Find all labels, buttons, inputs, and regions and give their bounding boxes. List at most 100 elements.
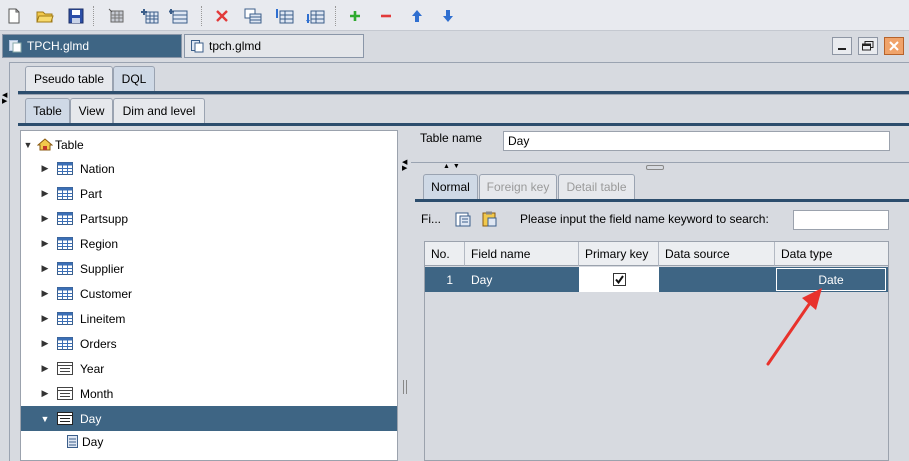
tree-item-part[interactable]: ▶ Part	[21, 181, 397, 206]
table-icon	[57, 337, 73, 350]
tab-foreign-key[interactable]: Foreign key	[479, 174, 557, 199]
tree-item-label: Lineitem	[80, 311, 126, 326]
tree-item-month[interactable]: ▶ Month	[21, 381, 397, 406]
collapsed-arrow-icon[interactable]: ▶	[40, 263, 50, 274]
collapsed-arrow-icon[interactable]: ▶	[40, 213, 50, 224]
left-collapse-bar[interactable]: ◀ ▶	[0, 90, 9, 461]
collapse-panel-icon[interactable]: ▲▼	[443, 163, 463, 170]
primary-key-checkbox[interactable]	[612, 273, 626, 286]
doc-tab-tpch-active[interactable]: TPCH.glmd	[2, 34, 182, 58]
move-up-icon[interactable]	[407, 6, 427, 26]
tree-item-label: Day	[80, 411, 102, 426]
add-table-icon[interactable]	[140, 6, 160, 26]
collapsed-arrow-icon[interactable]: ▶	[40, 388, 50, 399]
tab-view[interactable]: View	[70, 98, 113, 123]
delete-row-icon[interactable]	[376, 6, 396, 26]
collapsed-arrow-icon[interactable]: ▶	[40, 338, 50, 349]
tree-item-label: Part	[80, 186, 103, 201]
tree-item-label: Year	[80, 361, 105, 376]
tree-item-label: Orders	[80, 336, 117, 351]
column-header-label: Data type	[781, 246, 833, 261]
tab-normal[interactable]: Normal	[423, 174, 478, 199]
tab-label: Dim and level	[122, 104, 196, 118]
tree-item-day[interactable]: ▼ Day	[21, 406, 397, 431]
restore-icon	[862, 41, 874, 51]
table-icon	[57, 237, 73, 250]
tab-dim-and-level[interactable]: Dim and level	[113, 98, 205, 123]
toolbar-separator	[93, 6, 94, 26]
tree-item-label: Nation	[80, 161, 115, 176]
tab-table[interactable]: Table	[25, 98, 70, 123]
column-header-no[interactable]: No.	[425, 242, 465, 266]
column-header-label: Primary key	[585, 246, 649, 261]
expanded-arrow-icon[interactable]: ▼	[40, 414, 50, 424]
move-down-icon[interactable]	[438, 6, 458, 26]
tree-item-year[interactable]: ▶ Year	[21, 356, 397, 381]
close-button[interactable]	[884, 37, 904, 55]
tab-label: Pseudo table	[33, 72, 105, 86]
tree-item-region[interactable]: ▶ Region	[21, 231, 397, 256]
tree-item-label: Region	[80, 236, 119, 251]
field-search-input[interactable]	[793, 210, 889, 230]
search-prompt: Please input the field name keyword to s…	[520, 212, 769, 226]
tree-item-supplier[interactable]: ▶ Supplier	[21, 256, 397, 281]
table-icon	[57, 312, 73, 325]
tree-item-customer[interactable]: ▶ Customer	[21, 281, 397, 306]
tree-item-nation[interactable]: ▶ Nation	[21, 156, 397, 181]
detail-tabs-underline	[415, 199, 909, 202]
clipboard-button[interactable]	[479, 210, 499, 228]
import-table-icon[interactable]	[275, 6, 295, 26]
cell-field-name[interactable]: Day	[471, 267, 571, 292]
table-tree[interactable]: ▼ Table ▶ Nation ▶ Part ▶ Partsupp ▶ Reg…	[20, 130, 398, 461]
tree-item-field-day[interactable]: Day	[21, 429, 397, 454]
toolbar	[0, 0, 909, 31]
tab-label: Normal	[431, 180, 470, 194]
tab-dql[interactable]: DQL	[113, 66, 155, 91]
expanded-arrow-icon[interactable]: ▼	[23, 140, 33, 150]
import-fields-button[interactable]	[453, 210, 473, 228]
open-folder-icon[interactable]	[35, 6, 55, 26]
tree-item-partsupp[interactable]: ▶ Partsupp	[21, 206, 397, 231]
tab-pseudo-table[interactable]: Pseudo table	[25, 66, 113, 91]
column-header-label: Data source	[665, 246, 730, 261]
table-icon	[57, 287, 73, 300]
divider	[18, 94, 909, 95]
doc-tab-tpch[interactable]: tpch.glmd	[184, 34, 364, 58]
toolbar-separator	[335, 6, 336, 26]
cell-no: 1	[446, 272, 453, 287]
add-row-icon[interactable]	[345, 6, 365, 26]
tree-item-label: Day	[82, 434, 104, 449]
collapsed-arrow-icon[interactable]: ▶	[40, 238, 50, 249]
table-name-field[interactable]: Day	[503, 131, 890, 151]
cell-primary-key[interactable]	[579, 267, 659, 292]
collapsed-arrow-icon[interactable]: ▶	[40, 163, 50, 174]
vertical-splitter[interactable]: ◀ ▶	[399, 130, 411, 461]
cell-data-source[interactable]	[660, 267, 775, 292]
dim-table-icon	[57, 412, 73, 425]
add-view-icon[interactable]	[169, 6, 189, 26]
minimize-button[interactable]	[832, 37, 852, 55]
new-file-icon[interactable]	[4, 6, 24, 26]
drag-handle-icon[interactable]	[646, 165, 664, 170]
export-table-icon[interactable]	[306, 6, 326, 26]
tree-item-label: Partsupp	[80, 211, 129, 226]
column-header-data-type[interactable]: Data type	[775, 242, 888, 266]
tree-root-table[interactable]: ▼ Table	[21, 132, 397, 157]
collapsed-arrow-icon[interactable]: ▶	[40, 363, 50, 374]
table-icon	[57, 162, 73, 175]
copy-table-icon[interactable]	[243, 6, 263, 26]
collapsed-arrow-icon[interactable]: ▶	[40, 313, 50, 324]
collapsed-arrow-icon[interactable]: ▶	[40, 288, 50, 299]
restore-button[interactable]	[858, 37, 878, 55]
column-header-data-source[interactable]: Data source	[659, 242, 775, 266]
table-icon[interactable]	[107, 6, 127, 26]
column-header-field-name[interactable]: Field name	[465, 242, 579, 266]
tab-detail-table[interactable]: Detail table	[558, 174, 635, 199]
tree-item-orders[interactable]: ▶ Orders	[21, 331, 397, 356]
delete-icon[interactable]	[212, 6, 232, 26]
tree-item-lineitem[interactable]: ▶ Lineitem	[21, 306, 397, 331]
close-icon	[889, 41, 899, 51]
save-icon[interactable]	[66, 6, 86, 26]
column-header-primary-key[interactable]: Primary key	[579, 242, 659, 266]
collapsed-arrow-icon[interactable]: ▶	[40, 188, 50, 199]
